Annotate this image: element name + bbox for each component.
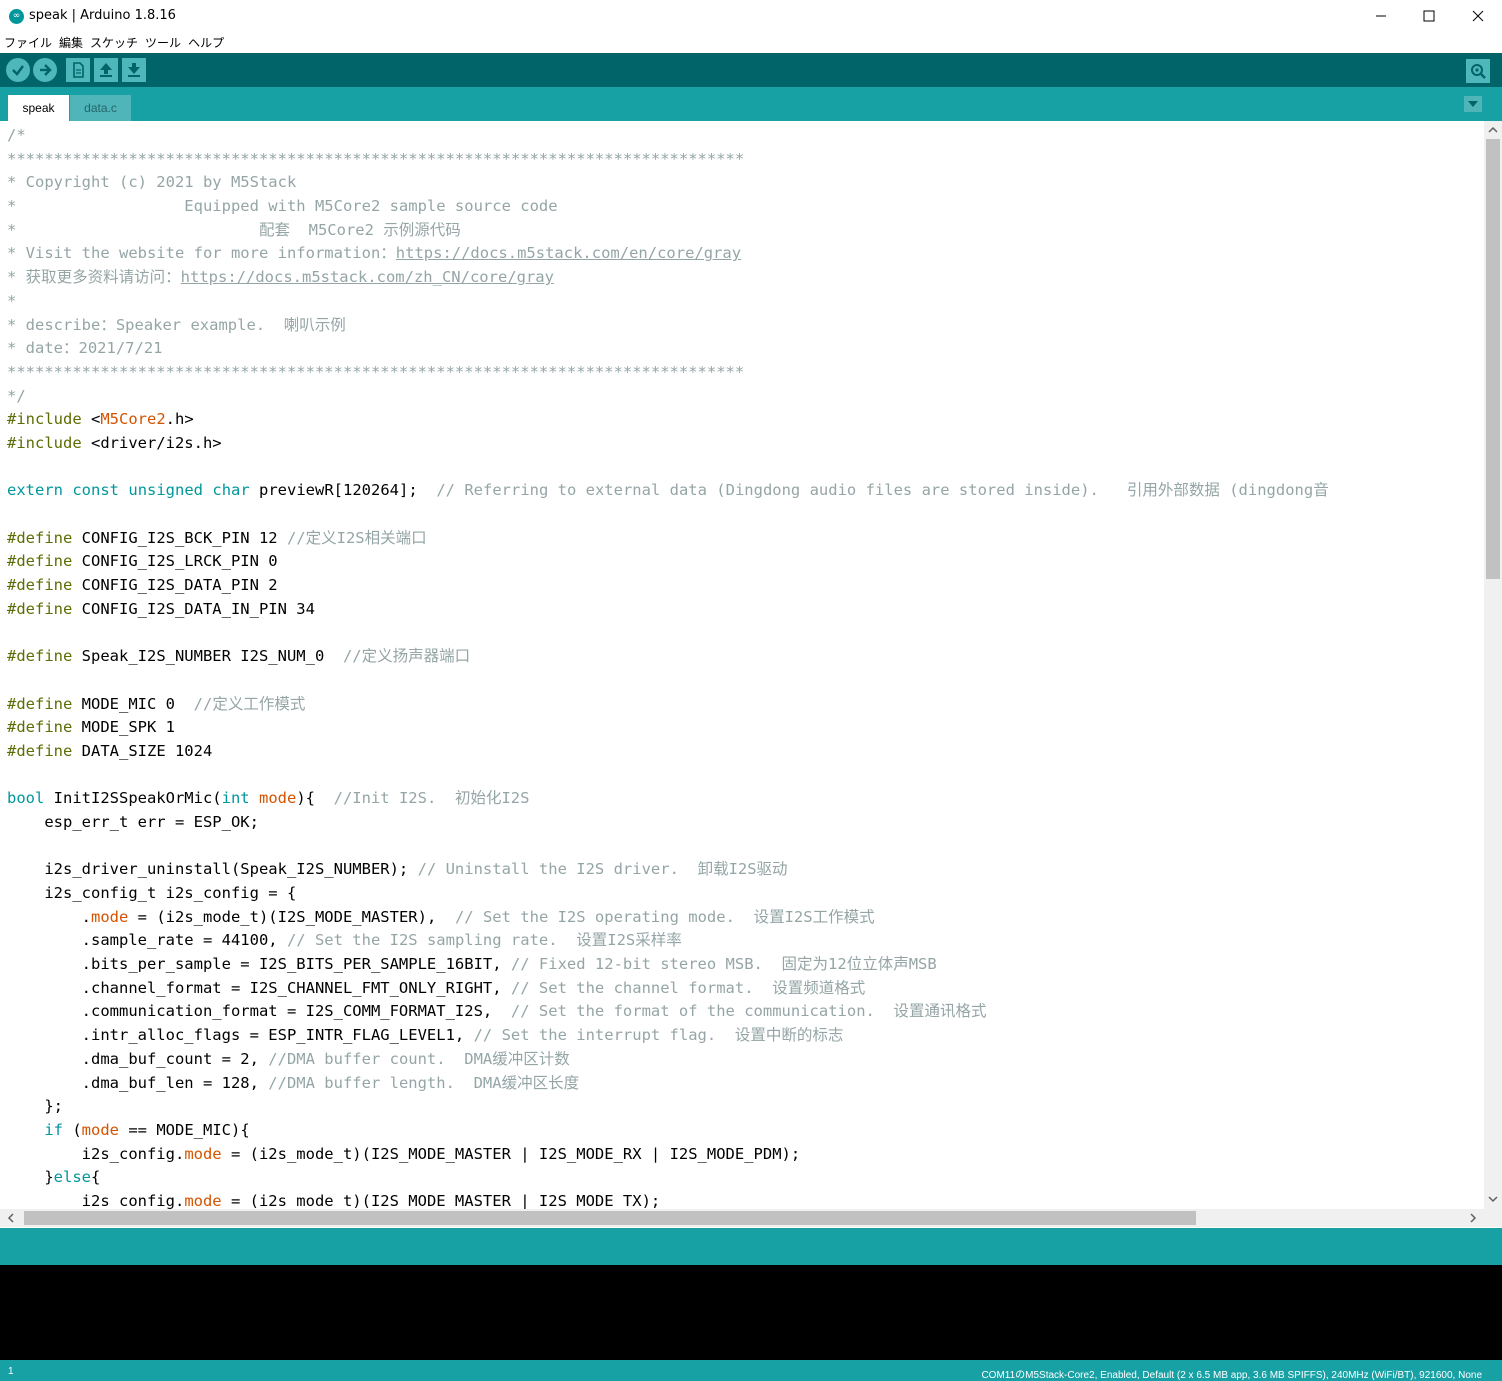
code-line[interactable]: * 配套 M5Core2 示例源代码 bbox=[7, 219, 1329, 243]
code-line[interactable]: .channel_format = I2S_CHANNEL_FMT_ONLY_R… bbox=[7, 977, 1329, 1001]
code-line[interactable]: * bbox=[7, 290, 1329, 314]
horizontal-scroll-thumb[interactable] bbox=[24, 1211, 1196, 1225]
close-icon[interactable] bbox=[1454, 0, 1502, 32]
scroll-left-icon[interactable] bbox=[5, 1212, 17, 1224]
menu-file[interactable]: ファイル bbox=[0, 34, 55, 51]
status-bar: 1 COM11のM5Stack-Core2, Enabled, Default … bbox=[0, 1360, 1502, 1381]
code-line[interactable]: esp_err_t err = ESP_OK; bbox=[7, 811, 1329, 835]
vertical-scrollbar[interactable] bbox=[1484, 121, 1502, 1209]
code-line[interactable]: }; bbox=[7, 1095, 1329, 1119]
code-line[interactable]: .intr_alloc_flags = ESP_INTR_FLAG_LEVEL1… bbox=[7, 1024, 1329, 1048]
code-line[interactable]: ​ bbox=[7, 503, 1329, 527]
scroll-down-icon[interactable] bbox=[1487, 1193, 1499, 1205]
code-line[interactable]: .communication_format = I2S_COMM_FORMAT_… bbox=[7, 1000, 1329, 1024]
scroll-corner bbox=[1484, 1209, 1502, 1227]
code-line[interactable]: }else{ bbox=[7, 1166, 1329, 1190]
code-line[interactable]: */ bbox=[7, 385, 1329, 409]
menu-help[interactable]: ヘルプ bbox=[184, 34, 227, 51]
tab-menu-chevron-down-icon[interactable] bbox=[1464, 96, 1482, 112]
code-line[interactable]: ​ bbox=[7, 669, 1329, 693]
verify-icon[interactable] bbox=[6, 58, 30, 82]
code-line[interactable]: ​ bbox=[7, 456, 1329, 480]
code-line[interactable]: i2s_config.mode = (i2s_mode_t)(I2S_MODE_… bbox=[7, 1190, 1329, 1209]
menu-edit[interactable]: 編集 bbox=[55, 34, 86, 51]
minimize-icon[interactable] bbox=[1357, 0, 1405, 32]
maximize-icon[interactable] bbox=[1405, 0, 1453, 32]
code-line[interactable]: extern const unsigned char previewR[1202… bbox=[7, 479, 1329, 503]
save-icon[interactable] bbox=[122, 58, 146, 82]
code-line[interactable]: ****************************************… bbox=[7, 148, 1329, 172]
window-title: speak | Arduino 1.8.16 bbox=[29, 8, 176, 23]
scroll-up-icon[interactable] bbox=[1487, 124, 1499, 136]
title-bar: ∞ speak | Arduino 1.8.16 bbox=[0, 0, 1502, 32]
console-output[interactable] bbox=[0, 1265, 1502, 1360]
tab-speak[interactable]: speak bbox=[8, 95, 69, 121]
code-line[interactable]: * Equipped with M5Core2 sample source co… bbox=[7, 195, 1329, 219]
message-bar bbox=[0, 1228, 1502, 1265]
menu-sketch[interactable]: スケッチ bbox=[86, 34, 141, 51]
code-editor[interactable]: /* **************************************… bbox=[0, 121, 1484, 1209]
code-line[interactable]: .dma_buf_len = 128, //DMA buffer length.… bbox=[7, 1072, 1329, 1096]
code-line[interactable]: ​ bbox=[7, 764, 1329, 788]
board-info: COM11のM5Stack-Core2, Enabled, Default (2… bbox=[981, 1370, 1482, 1381]
horizontal-scrollbar[interactable] bbox=[0, 1209, 1484, 1227]
code-line[interactable]: ​ bbox=[7, 835, 1329, 859]
line-number: 1 bbox=[8, 1366, 14, 1377]
code-text[interactable]: /* **************************************… bbox=[7, 124, 1329, 1209]
code-line[interactable]: #define MODE_SPK 1 bbox=[7, 716, 1329, 740]
menu-tools[interactable]: ツール bbox=[141, 34, 184, 51]
code-line[interactable]: #define CONFIG_I2S_DATA_PIN 2 bbox=[7, 574, 1329, 598]
code-line[interactable]: #define CONFIG_I2S_LRCK_PIN 0 bbox=[7, 550, 1329, 574]
tab-data-c[interactable]: data.c bbox=[70, 95, 131, 121]
scroll-right-icon[interactable] bbox=[1467, 1212, 1479, 1224]
code-line[interactable]: ​ bbox=[7, 621, 1329, 645]
code-line[interactable]: .dma_buf_count = 2, //DMA buffer count. … bbox=[7, 1048, 1329, 1072]
code-line[interactable]: i2s_config_t i2s_config = { bbox=[7, 882, 1329, 906]
tab-bar: speak data.c bbox=[0, 87, 1502, 121]
code-line[interactable]: ****************************************… bbox=[7, 361, 1329, 385]
new-icon[interactable] bbox=[66, 58, 90, 82]
code-line[interactable]: .mode = (i2s_mode_t)(I2S_MODE_MASTER), /… bbox=[7, 906, 1329, 930]
code-line[interactable]: #define CONFIG_I2S_DATA_IN_PIN 34 bbox=[7, 598, 1329, 622]
vertical-scroll-thumb[interactable] bbox=[1486, 139, 1500, 579]
code-line[interactable]: * Copyright (c) 2021 by M5Stack bbox=[7, 171, 1329, 195]
code-line[interactable]: if (mode == MODE_MIC){ bbox=[7, 1119, 1329, 1143]
code-line[interactable]: bool InitI2SSpeakOrMic(int mode){ //Init… bbox=[7, 787, 1329, 811]
code-line[interactable]: * Visit the website for more information… bbox=[7, 242, 1329, 266]
code-line[interactable]: #define CONFIG_I2S_BCK_PIN 12 //定义I2S相关端… bbox=[7, 527, 1329, 551]
code-line[interactable]: .sample_rate = 44100, // Set the I2S sam… bbox=[7, 929, 1329, 953]
code-line[interactable]: #define DATA_SIZE 1024 bbox=[7, 740, 1329, 764]
code-line[interactable]: #define MODE_MIC 0 //定义工作模式 bbox=[7, 693, 1329, 717]
menu-bar: ファイル 編集 スケッチ ツール ヘルプ bbox=[0, 32, 1502, 52]
code-line[interactable]: * date：2021/7/21 bbox=[7, 337, 1329, 361]
code-line[interactable]: #include <M5Core2.h> bbox=[7, 408, 1329, 432]
code-line[interactable]: * describe：Speaker example. 喇叭示例 bbox=[7, 314, 1329, 338]
toolbar bbox=[0, 53, 1502, 87]
code-line[interactable]: i2s_config.mode = (i2s_mode_t)(I2S_MODE_… bbox=[7, 1143, 1329, 1167]
code-line[interactable]: i2s_driver_uninstall(Speak_I2S_NUMBER); … bbox=[7, 858, 1329, 882]
code-line[interactable]: /* bbox=[7, 124, 1329, 148]
upload-icon[interactable] bbox=[33, 58, 57, 82]
code-line[interactable]: * 获取更多资料请访问：https://docs.m5stack.com/zh_… bbox=[7, 266, 1329, 290]
code-line[interactable]: #include <driver/i2s.h> bbox=[7, 432, 1329, 456]
open-icon[interactable] bbox=[94, 58, 118, 82]
code-line[interactable]: .bits_per_sample = I2S_BITS_PER_SAMPLE_1… bbox=[7, 953, 1329, 977]
serial-monitor-icon[interactable] bbox=[1466, 59, 1490, 83]
code-line[interactable]: #define Speak_I2S_NUMBER I2S_NUM_0 //定义扬… bbox=[7, 645, 1329, 669]
arduino-logo-icon: ∞ bbox=[9, 9, 24, 24]
